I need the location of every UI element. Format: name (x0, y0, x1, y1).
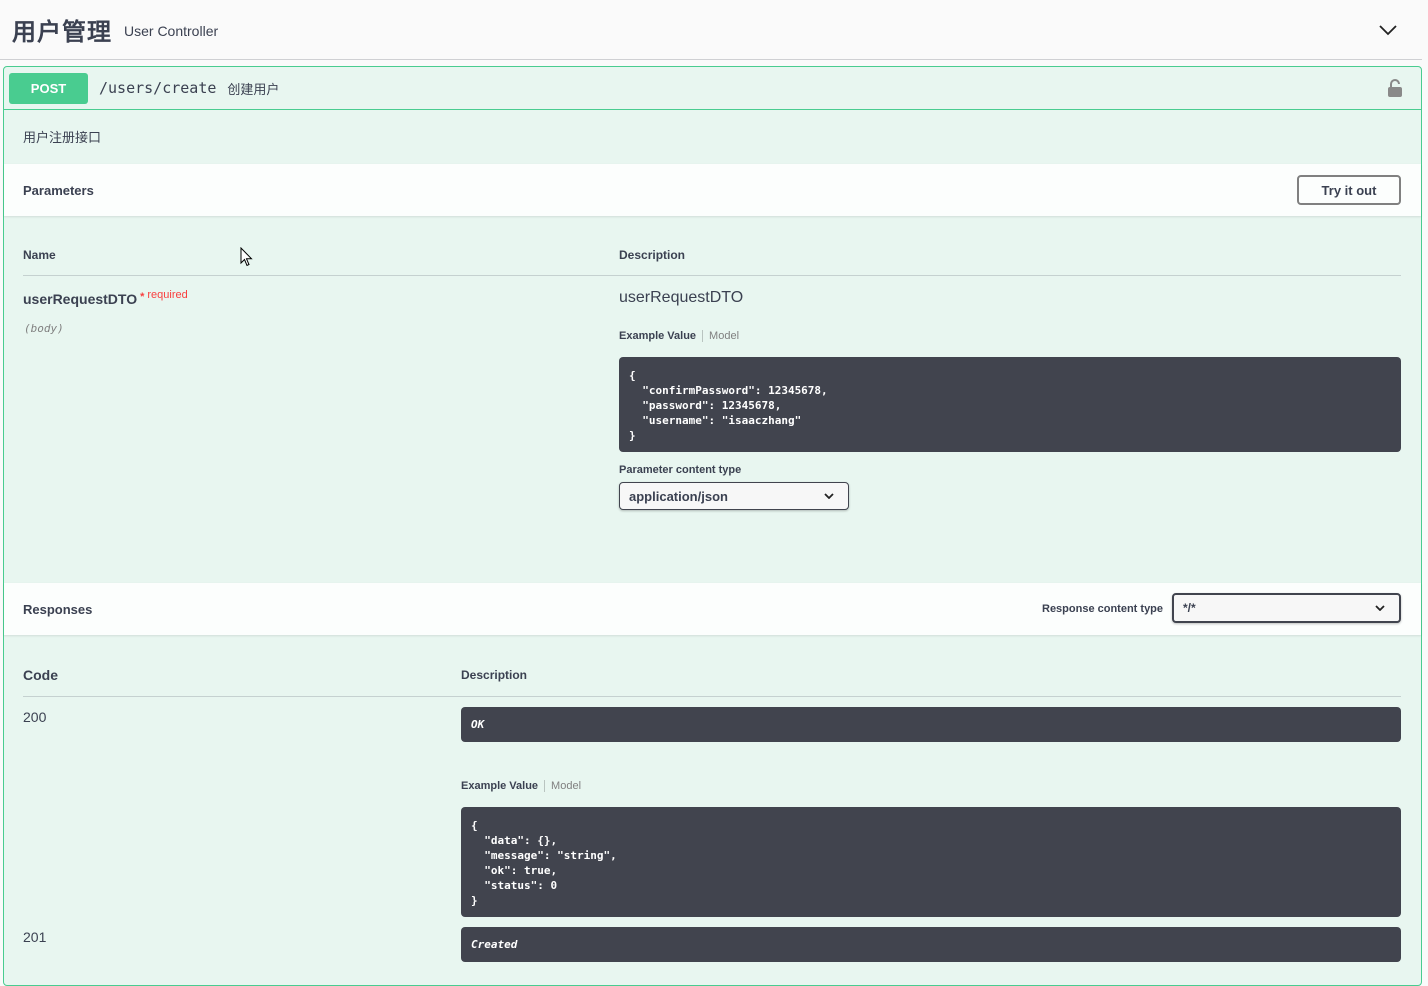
col-name: Name (23, 248, 56, 262)
param-content-type-value: application/json (629, 488, 728, 504)
tag-title: 用户管理 (12, 19, 112, 46)
tab-example-value[interactable]: Example Value (461, 780, 546, 792)
required-label: required (147, 289, 188, 301)
param-description-title: userRequestDTO (619, 289, 744, 306)
parameters-heading: Parameters (23, 182, 94, 198)
operation-description: 用户注册接口 (23, 130, 102, 145)
response-code: 200 (23, 709, 47, 725)
divider (23, 275, 1401, 276)
responses-header: Responses Response content type */* (4, 583, 1421, 635)
mouse-cursor-icon (240, 247, 253, 267)
tag-subtitle: User Controller (124, 22, 219, 39)
chevron-down-icon[interactable] (1378, 22, 1398, 38)
unlocked-icon[interactable] (1387, 79, 1403, 97)
response-content-type-value: */* (1183, 601, 1196, 615)
operation-summary[interactable]: POST /users/create 创建用户 (4, 67, 1421, 110)
param-content-type-select[interactable]: application/json (619, 482, 849, 510)
response-code: 201 (23, 929, 47, 945)
tag-header[interactable]: 用户管理 User Controller (0, 0, 1422, 60)
responses-heading: Responses (23, 601, 93, 617)
response-content-type-label: Response content type (1042, 603, 1164, 615)
operation-summary-text: 创建用户 (227, 81, 280, 97)
method-badge: POST (9, 72, 88, 104)
operation-block: POST /users/create 创建用户 用户注册接口 Parameter… (3, 66, 1422, 986)
divider (23, 696, 1401, 697)
tab-model[interactable]: Model (545, 780, 581, 792)
param-content-type-label: Parameter content type (619, 464, 742, 476)
param-example-tabs: Example Value Model (619, 330, 739, 342)
param-in: (body) (24, 322, 64, 335)
response-example-tabs: Example Value Model (461, 780, 581, 792)
parameters-header: Parameters Try it out (4, 164, 1421, 216)
tab-model[interactable]: Model (703, 330, 739, 342)
chevron-down-icon (824, 493, 834, 499)
response-content-type-select[interactable]: */* (1172, 593, 1401, 623)
col-response-description: Description (461, 668, 528, 682)
required-star: * (140, 291, 145, 303)
response-description: OK (461, 707, 1401, 742)
col-code: Code (23, 667, 58, 683)
response-description: Created (461, 927, 1401, 962)
tab-example-value[interactable]: Example Value (619, 330, 704, 342)
param-name-text: userRequestDTO (23, 291, 138, 307)
param-name: userRequestDTO * required (23, 289, 188, 307)
operation-path: /users/create (99, 79, 217, 97)
response-example-code: { "data": {}, "message": "string", "ok":… (461, 807, 1401, 917)
try-it-out-button[interactable]: Try it out (1297, 175, 1401, 205)
param-example-code: { "confirmPassword": 12345678, "password… (619, 357, 1401, 452)
chevron-down-icon (1375, 605, 1385, 611)
col-description: Description (619, 248, 686, 262)
